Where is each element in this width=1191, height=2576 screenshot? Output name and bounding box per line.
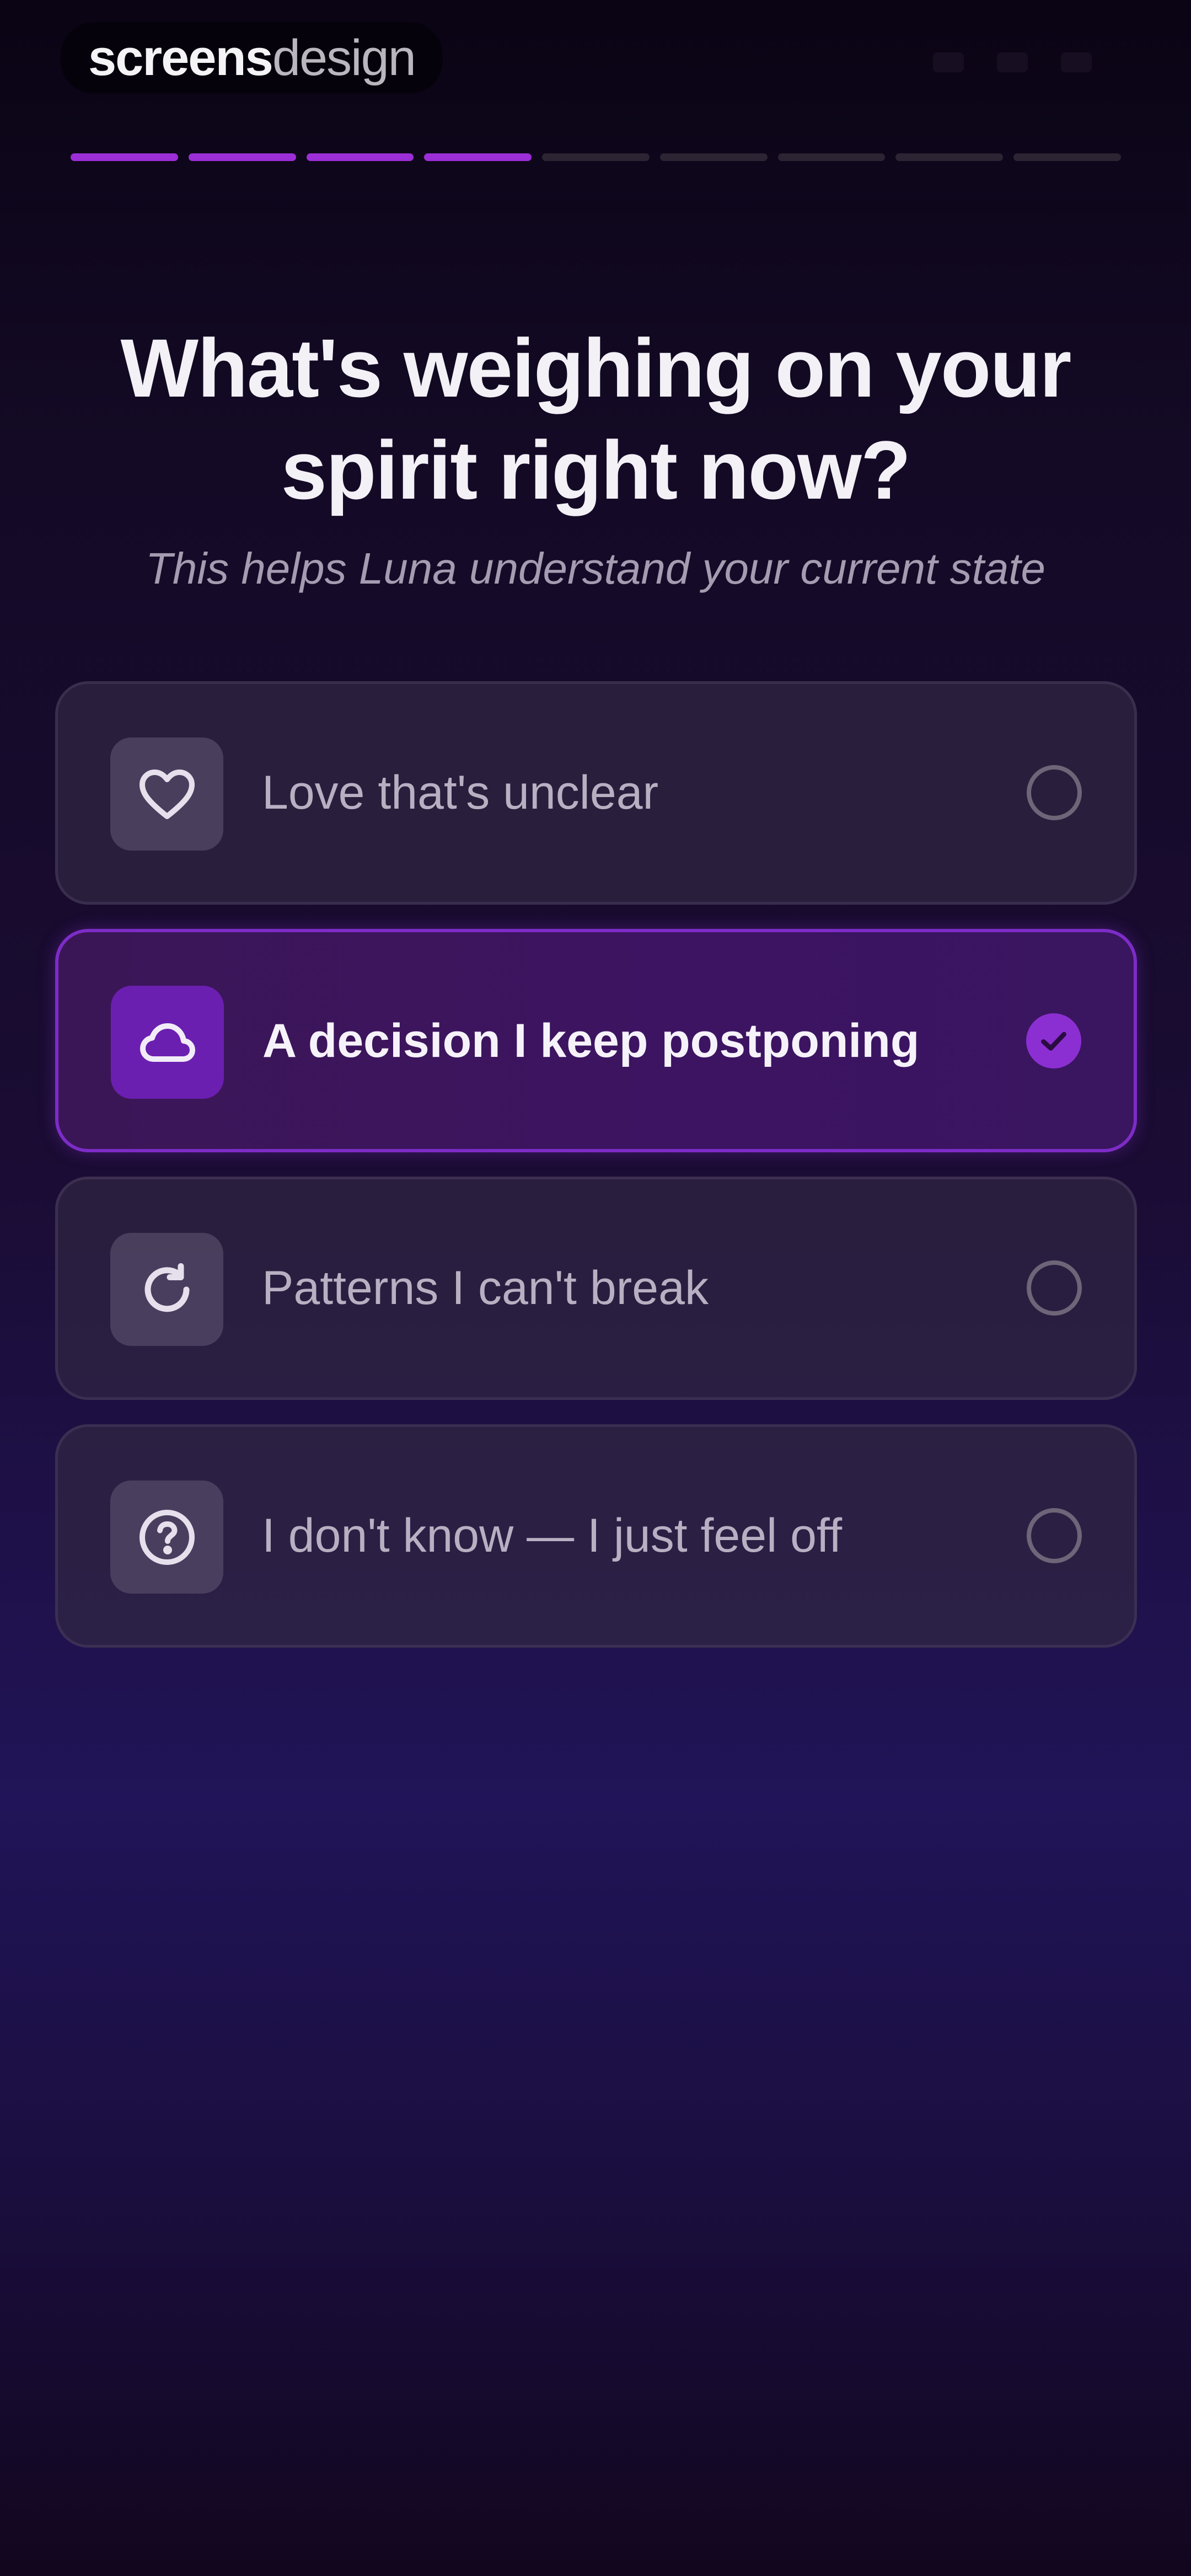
option-feel-off[interactable]: I don't know — I just feel off (55, 1424, 1137, 1648)
progress-segment (1013, 153, 1122, 161)
progress-segment (777, 153, 886, 161)
page-title: What's weighing on your spirit right now… (120, 322, 1072, 516)
progress-segment (188, 153, 296, 161)
brand-logo-strong: screens (88, 29, 273, 86)
status-bar: screens design (0, 0, 1191, 121)
option-label: Patterns I can't break (262, 1262, 709, 1314)
radio-button[interactable] (1027, 765, 1082, 820)
check-icon[interactable] (1026, 1013, 1081, 1068)
progress-segment (895, 153, 1004, 161)
heart-icon (110, 737, 223, 851)
progress-segment (542, 153, 650, 161)
radio-button[interactable] (1027, 1260, 1082, 1316)
signal-icon (933, 52, 964, 72)
option-label: A decision I keep postponing (262, 1014, 920, 1067)
page-subtitle: This helps Luna understand your current … (145, 544, 1046, 593)
options-list: Love that's unclear A decision I keep po… (55, 681, 1137, 1672)
option-label: I don't know — I just feel off (262, 1509, 843, 1562)
question-circle-icon (110, 1481, 223, 1594)
progress-segment (71, 153, 178, 161)
progress-segment (659, 153, 768, 161)
refresh-icon (110, 1233, 223, 1346)
option-patterns[interactable]: Patterns I can't break (55, 1177, 1137, 1400)
progress-segment (424, 153, 532, 161)
status-icons (933, 52, 1092, 72)
radio-button[interactable] (1027, 1508, 1082, 1563)
progress-segment (306, 153, 414, 161)
brand-logo: screens design (61, 22, 443, 94)
battery-icon (1061, 52, 1092, 72)
cloud-icon (111, 986, 224, 1099)
option-label: Love that's unclear (262, 766, 659, 819)
brand-logo-light: design (272, 29, 416, 86)
wifi-icon (997, 52, 1028, 72)
step-progress (71, 153, 1122, 161)
option-love-unclear[interactable]: Love that's unclear (55, 681, 1137, 905)
option-decision-postponing[interactable]: A decision I keep postponing (55, 929, 1137, 1152)
